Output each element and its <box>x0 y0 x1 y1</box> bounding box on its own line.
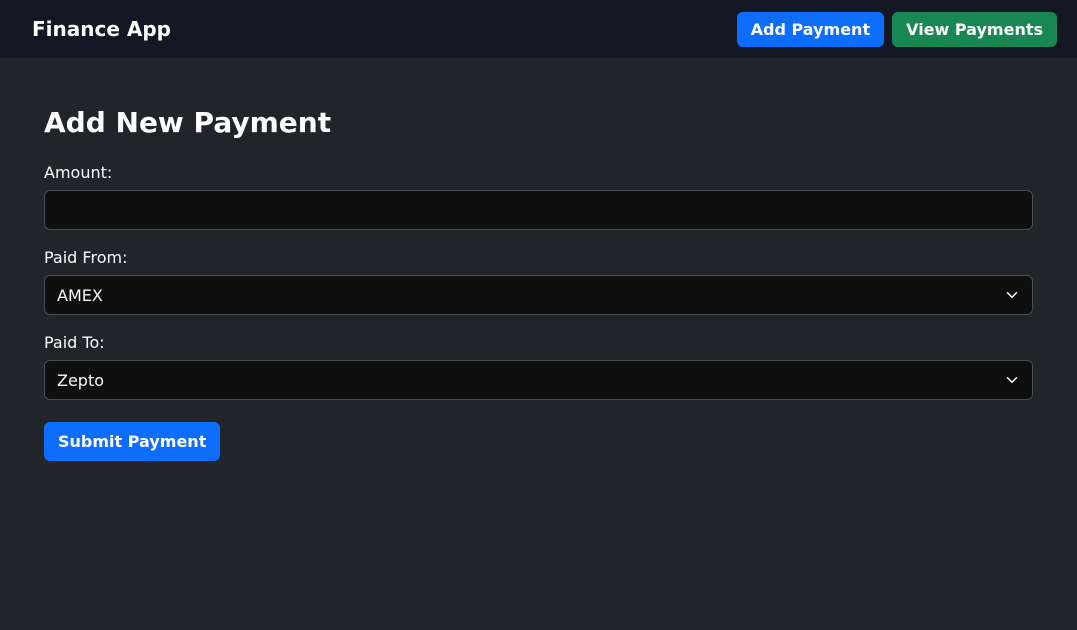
page-title: Add New Payment <box>44 106 1033 139</box>
navbar-buttons: Add Payment View Payments <box>737 12 1061 47</box>
add-payment-button[interactable]: Add Payment <box>737 12 884 47</box>
paid-to-select[interactable]: Zepto <box>44 360 1033 400</box>
paid-to-label: Paid To: <box>44 333 1033 352</box>
amount-label: Amount: <box>44 163 1033 182</box>
paid-from-group: Paid From: AMEX <box>44 248 1033 315</box>
main-container: Add New Payment Amount: Paid From: AMEX … <box>0 58 1077 461</box>
paid-from-label: Paid From: <box>44 248 1033 267</box>
view-payments-button[interactable]: View Payments <box>892 12 1057 47</box>
paid-to-group: Paid To: Zepto <box>44 333 1033 400</box>
amount-input[interactable] <box>44 190 1033 230</box>
payment-form: Amount: Paid From: AMEX Paid To: Zepto S… <box>44 163 1033 461</box>
paid-from-select[interactable]: AMEX <box>44 275 1033 315</box>
app-brand[interactable]: Finance App <box>16 17 171 41</box>
submit-payment-button[interactable]: Submit Payment <box>44 422 220 461</box>
navbar: Finance App Add Payment View Payments <box>0 0 1077 58</box>
amount-group: Amount: <box>44 163 1033 230</box>
